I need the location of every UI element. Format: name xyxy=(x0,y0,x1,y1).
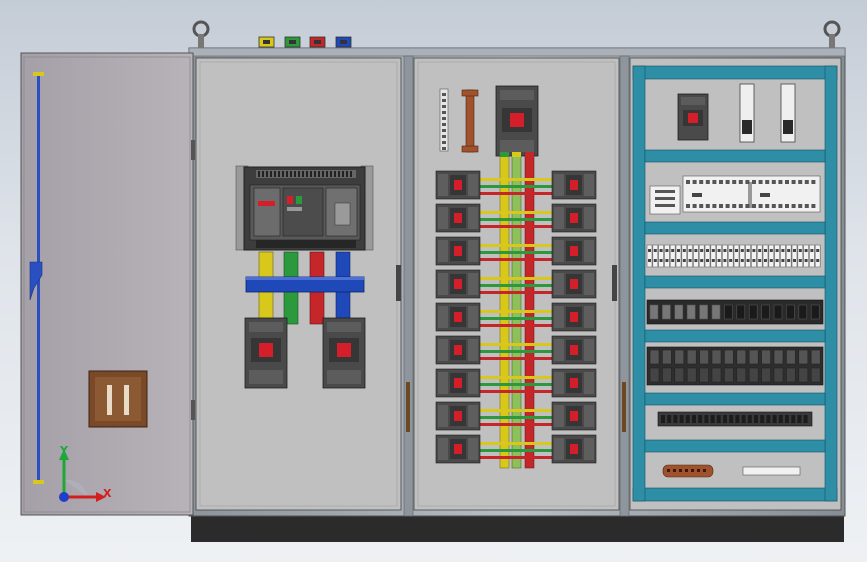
branch-breaker xyxy=(551,236,597,266)
mccb-breaker xyxy=(244,317,288,389)
branch-breaker xyxy=(435,203,481,233)
cable-gland-icon xyxy=(335,36,352,48)
branch-breaker xyxy=(435,401,481,431)
connector-row xyxy=(657,411,813,427)
air-circuit-breaker xyxy=(235,165,374,251)
section-2-panel xyxy=(413,57,620,511)
door-handle-icon xyxy=(88,370,148,428)
branch-breaker xyxy=(435,236,481,266)
cable-gland-icon xyxy=(284,36,301,48)
branch-breaker xyxy=(435,269,481,299)
branch-breaker xyxy=(551,203,597,233)
branch-breaker xyxy=(551,335,597,365)
branch-breaker xyxy=(435,302,481,332)
axis-x-label: X xyxy=(103,487,112,500)
branch-breaker xyxy=(551,401,597,431)
branch-breaker xyxy=(551,302,597,332)
open-door xyxy=(20,52,194,516)
lifting-eye-icon xyxy=(192,20,210,48)
branch-breaker xyxy=(435,434,481,464)
control-mccb xyxy=(677,93,709,141)
axis-y-label: Y xyxy=(59,444,69,457)
cable-gland-icon xyxy=(309,36,326,48)
cabinet-drawing: Y X xyxy=(20,20,846,542)
branch-breaker xyxy=(551,368,597,398)
cad-viewport: Y X xyxy=(0,0,867,562)
relay-row xyxy=(646,299,824,325)
mccb-breaker xyxy=(322,317,366,389)
section-3-panel xyxy=(629,57,842,511)
contactor-row xyxy=(646,346,824,386)
incoming-mccb xyxy=(495,85,539,157)
cable-gland-icon xyxy=(258,36,275,48)
branch-breaker xyxy=(435,368,481,398)
cabinet-plinth xyxy=(191,514,844,542)
section-1-panel xyxy=(195,57,402,511)
branch-breaker xyxy=(551,170,597,200)
branch-breaker xyxy=(435,170,481,200)
branch-breaker xyxy=(435,335,481,365)
branch-breaker xyxy=(551,434,597,464)
lifting-eye-icon xyxy=(823,20,841,48)
branch-breaker xyxy=(551,269,597,299)
